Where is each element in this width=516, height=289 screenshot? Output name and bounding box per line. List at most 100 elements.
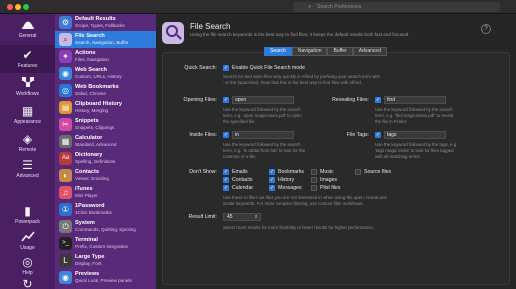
feature-subtitle: Viewer, Emailing bbox=[75, 176, 109, 181]
nav-help-label: Help bbox=[22, 270, 33, 276]
result-limit-value: 45 bbox=[227, 214, 233, 220]
contacts-checkbox[interactable]: ✓ bbox=[223, 177, 229, 183]
dont-show-help-1: Use these to filter out files you are no… bbox=[223, 195, 387, 200]
usage-chart-icon bbox=[20, 230, 36, 244]
opening-files-keyword-input[interactable]: open bbox=[232, 96, 294, 104]
feature-file-search[interactable]: ⌕ File Search Search, Navigation, Buffer bbox=[55, 31, 156, 48]
tab-bar: Search Navigation Buffer Advanced bbox=[264, 47, 387, 56]
search-preferences-input[interactable]: ⌕ Search Preferences bbox=[293, 2, 500, 12]
update-icon: ↻ bbox=[22, 277, 33, 289]
dont-show-help-2: inside keywords. For more complex filter… bbox=[223, 201, 364, 206]
nav-features[interactable]: ✔ Features bbox=[0, 45, 55, 73]
inside-files-checkbox[interactable]: ✓ bbox=[223, 132, 229, 138]
feature-dictionary[interactable]: Aa Dictionary Spelling, Definitions bbox=[55, 150, 156, 167]
inside-files-keyword-input[interactable]: in bbox=[232, 131, 294, 139]
nav-remote[interactable]: ◈ Remote bbox=[0, 132, 55, 158]
feature-terminal[interactable]: >_ Terminal Prefix, Custom Integration bbox=[55, 235, 156, 252]
feature-calculator[interactable]: ▦ Calculator Standard, Advanced bbox=[55, 133, 156, 150]
help-button[interactable]: ? bbox=[481, 24, 491, 34]
feature-web-bookmarks[interactable]: ◎ Web Bookmarks Safari, Chrome bbox=[55, 82, 156, 99]
feature-title: Large Type bbox=[75, 254, 105, 260]
revealing-files-help-2: term, e.g. 'find magicmixes.pdf' to reve… bbox=[375, 113, 454, 118]
feature-title: Clipboard History bbox=[75, 101, 122, 107]
feature-title: Actions bbox=[75, 50, 96, 56]
feature-title: iTunes bbox=[75, 186, 93, 192]
feature-itunes[interactable]: ♫ iTunes Mini Player bbox=[55, 184, 156, 201]
zoom-window-button[interactable] bbox=[23, 4, 29, 10]
web-bookmarks-icon: ◎ bbox=[59, 84, 72, 97]
dictionary-icon: Aa bbox=[59, 152, 72, 165]
nav-update[interactable]: ↻ bbox=[0, 277, 55, 289]
revealing-files-help-3: the file in Finder. bbox=[375, 119, 408, 124]
feature-title: 1Password bbox=[75, 203, 105, 209]
file-tags-help-2: 'tags magic tricks' to look for files ta… bbox=[375, 148, 454, 153]
tab-buffer[interactable]: Buffer bbox=[327, 47, 353, 56]
clipboard-icon: ▤ bbox=[59, 101, 72, 114]
file-tags-help-1: Use the keyword followed by the tags, e.… bbox=[375, 142, 458, 147]
feature-subtitle: Standard, Advanced bbox=[75, 142, 117, 147]
nav-workflows-label: Workflows bbox=[16, 91, 39, 97]
revealing-files-checkbox[interactable]: ✓ bbox=[375, 97, 381, 103]
page-description: Using the file search keywords is the be… bbox=[190, 32, 410, 37]
feature-subtitle: Safari, Chrome bbox=[75, 91, 106, 96]
messages-checkbox[interactable]: ✓ bbox=[269, 185, 275, 191]
tab-advanced[interactable]: Advanced bbox=[352, 47, 387, 56]
feature-web-search[interactable]: ◉ Web Search Custom, URLs, History bbox=[55, 65, 156, 82]
close-window-button[interactable] bbox=[7, 4, 13, 10]
calendar-checkbox[interactable]: ✓ bbox=[223, 185, 229, 191]
feature-snippets[interactable]: ✂ Snippets Snippets, Clippings bbox=[55, 116, 156, 133]
file-search-header-icon bbox=[162, 22, 184, 44]
revealing-files-keyword-input[interactable]: find bbox=[384, 96, 446, 104]
result-limit-label: Result Limit: bbox=[188, 214, 217, 220]
opening-files-checkbox[interactable]: ✓ bbox=[223, 97, 229, 103]
feature-default-results[interactable]: ⚙ Default Results Scope, Types, Fallback… bbox=[55, 14, 156, 31]
feature-subtitle: 1Click Bookmarks bbox=[75, 210, 112, 215]
quick-search-label: Quick Search: bbox=[184, 65, 217, 71]
file-tags-checkbox[interactable]: ✓ bbox=[375, 132, 381, 138]
feature-contacts[interactable]: ◐ Contacts Viewer, Emailing bbox=[55, 167, 156, 184]
nav-help[interactable]: ◎ Help bbox=[0, 255, 55, 279]
emails-label: Emails bbox=[232, 169, 248, 175]
nav-advanced[interactable]: ☰ Advanced bbox=[0, 158, 55, 184]
dont-show-label: Don't Show: bbox=[189, 169, 217, 175]
file-tags-keyword-input[interactable]: tags bbox=[384, 131, 446, 139]
actions-icon: ✦ bbox=[59, 50, 72, 63]
feature-clipboard-history[interactable]: ▤ Clipboard History History, Merging bbox=[55, 99, 156, 116]
bookmarks-label: Bookmarks bbox=[278, 169, 304, 175]
alfred-hat-icon bbox=[20, 18, 36, 32]
feature-title: Dictionary bbox=[75, 152, 103, 158]
images-checkbox[interactable] bbox=[311, 177, 317, 183]
nav-powerpack[interactable]: ▮ Powerpack bbox=[0, 204, 55, 230]
tab-search[interactable]: Search bbox=[264, 47, 292, 56]
minimize-window-button[interactable] bbox=[15, 4, 21, 10]
feature-previews[interactable]: ◉ Previews Quick Look, Preview panels bbox=[55, 269, 156, 286]
feature-actions[interactable]: ✦ Actions Files, Navigation bbox=[55, 48, 156, 65]
emails-checkbox[interactable]: ✓ bbox=[223, 169, 229, 175]
source-files-checkbox[interactable] bbox=[355, 169, 361, 175]
feature-subtitle: Prefix, Custom Integration bbox=[75, 244, 129, 249]
nav-usage[interactable]: Usage bbox=[0, 230, 55, 254]
feature-subtitle: Custom, URLs, History bbox=[75, 74, 122, 79]
default-results-icon: ⚙ bbox=[59, 16, 72, 29]
nav-appearance[interactable]: ▦ Appearance bbox=[0, 104, 55, 132]
nav-general-label: General bbox=[18, 33, 37, 39]
feature-system[interactable]: ⏻ System Commands, Quitting, Ejecting bbox=[55, 218, 156, 235]
opening-files-label: Opening Files: bbox=[183, 97, 217, 103]
feature-1password[interactable]: ① 1Password 1Click Bookmarks bbox=[55, 201, 156, 218]
result-limit-help: Select more results for more flexibility… bbox=[223, 225, 375, 230]
quick-search-help-2: ' or the (spacebar). Note that this is t… bbox=[223, 80, 362, 85]
quick-search-help-1: Search for and open files very quickly i… bbox=[223, 74, 380, 79]
quick-search-checkbox[interactable]: ✓ bbox=[223, 65, 229, 71]
nav-general[interactable]: General bbox=[0, 18, 55, 45]
web-search-icon: ◉ bbox=[59, 67, 72, 80]
history-checkbox[interactable]: ✓ bbox=[269, 177, 275, 183]
opening-files-help-2: term, e.g. 'open magicmixes.pdf' to open bbox=[223, 113, 302, 118]
plist-files-checkbox[interactable] bbox=[311, 185, 317, 191]
music-checkbox[interactable] bbox=[311, 169, 317, 175]
tab-navigation[interactable]: Navigation bbox=[291, 47, 328, 56]
bookmarks-checkbox[interactable]: ✓ bbox=[269, 169, 275, 175]
feature-large-type[interactable]: L Large Type Display, Font bbox=[55, 252, 156, 269]
result-limit-select[interactable]: 45 ⇕ bbox=[223, 213, 261, 221]
nav-workflows[interactable]: Workflows bbox=[0, 76, 55, 104]
file-tags-help-3: with all matching terms. bbox=[375, 154, 421, 159]
